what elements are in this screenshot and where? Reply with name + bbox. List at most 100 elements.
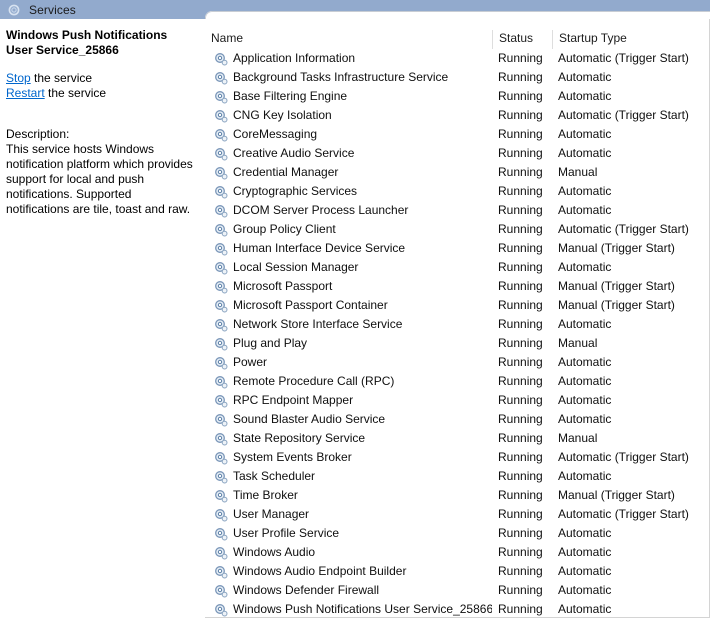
cell-service-name: Network Store Interface Service <box>205 315 492 334</box>
table-row[interactable]: Task Scheduler Running Automatic <box>205 467 710 486</box>
table-row[interactable]: CoreMessaging Running Automatic <box>205 125 710 144</box>
table-row[interactable]: Network Store Interface Service Running Au… <box>205 315 710 334</box>
service-name-text: Sound Blaster Audio Service <box>233 412 386 426</box>
cell-service-name: Creative Audio Service <box>205 144 492 163</box>
column-header-name[interactable]: Name <box>205 30 492 49</box>
cell-startup-type: Automatic <box>558 412 612 426</box>
cell-startup-type: Manual <box>558 165 598 179</box>
table-row[interactable]: Cryptographic Services Running Automatic <box>205 182 710 201</box>
table-row[interactable]: CNG Key Isolation Running Automatic (Trigg… <box>205 106 710 125</box>
table-row[interactable]: User Manager Running Automatic (Trigger St… <box>205 505 710 524</box>
cell-startup-type: Automatic <box>558 469 612 483</box>
table-row[interactable]: Base Filtering Engine Running Automatic <box>205 87 710 106</box>
table-row[interactable]: Windows Audio Running Automatic <box>205 543 710 562</box>
service-gear-icon <box>214 318 228 332</box>
cell-service-name: Credential Manager <box>205 163 492 182</box>
service-gear-icon <box>214 204 228 218</box>
services-window: Services Windows Push Notifications User… <box>0 0 710 618</box>
cell-service-name: Group Policy Client <box>205 220 492 239</box>
service-name-text: Windows Audio <box>233 545 316 559</box>
cell-service-name: Plug and Play <box>205 334 492 353</box>
cell-service-name: User Manager <box>205 505 492 524</box>
table-row[interactable]: Human Interface Device Service Running Man… <box>205 239 710 258</box>
cell-service-name: Human Interface Device Service <box>205 239 492 258</box>
cell-service-name: Local Session Manager <box>205 258 492 277</box>
list-column-header: Name Status Startup Type <box>205 30 710 49</box>
table-row[interactable]: Windows Audio Endpoint Builder Running Aut… <box>205 562 710 581</box>
service-gear-icon <box>214 261 228 275</box>
cell-startup-type: Automatic <box>558 355 612 369</box>
cell-status: Running <box>498 564 543 578</box>
service-name-text: Windows Defender Firewall <box>233 583 380 597</box>
cell-service-name: Task Scheduler <box>205 467 492 486</box>
table-row[interactable]: User Profile Service Running Automatic <box>205 524 710 543</box>
service-name-text: CoreMessaging <box>233 127 318 141</box>
table-row[interactable]: Windows Defender Firewall Running Automati… <box>205 581 710 600</box>
service-gear-icon <box>214 242 228 256</box>
service-name-text: Credential Manager <box>233 165 339 179</box>
column-header-status[interactable]: Status <box>492 30 552 49</box>
cell-status: Running <box>498 412 543 426</box>
services-table-body: Application Information Running Automatic … <box>205 49 710 618</box>
cell-service-name: DCOM Server Process Launcher <box>205 201 492 220</box>
restart-service-link[interactable]: Restart <box>6 86 45 100</box>
cell-status: Running <box>498 89 543 103</box>
column-header-status-label: Status <box>499 31 534 45</box>
cell-service-name: Base Filtering Engine <box>205 87 492 106</box>
service-name-text: User Manager <box>233 507 310 521</box>
service-gear-icon <box>214 546 228 560</box>
table-row[interactable]: Background Tasks Infrastructure Service R… <box>205 68 710 87</box>
cell-startup-type: Automatic <box>558 260 612 274</box>
table-row[interactable]: Application Information Running Automatic … <box>205 49 710 68</box>
cell-status: Running <box>498 51 543 65</box>
services-list-pane: Name Status Startup Type Application Inf… <box>205 11 710 618</box>
cell-status: Running <box>498 127 543 141</box>
stop-service-link[interactable]: Stop <box>6 71 31 85</box>
table-row[interactable]: Plug and Play Running Manual <box>205 334 710 353</box>
service-name-text: Creative Audio Service <box>233 146 355 160</box>
table-row[interactable]: Time Broker Running Manual (Trigger Start) <box>205 486 710 505</box>
cell-startup-type: Automatic <box>558 602 612 616</box>
cell-status: Running <box>498 165 543 179</box>
table-row[interactable]: Creative Audio Service Running Automatic <box>205 144 710 163</box>
table-row[interactable]: System Events Broker Running Automatic (Tr… <box>205 448 710 467</box>
cell-service-name: Cryptographic Services <box>205 182 492 201</box>
service-name-text: Microsoft Passport Container <box>233 298 388 312</box>
table-row[interactable]: Remote Procedure Call (RPC) Running Automa… <box>205 372 710 391</box>
cell-startup-type: Manual (Trigger Start) <box>558 298 675 312</box>
cell-service-name: Windows Audio Endpoint Builder <box>205 562 492 581</box>
table-row[interactable]: Sound Blaster Audio Service Running Automa… <box>205 410 710 429</box>
table-row[interactable]: Microsoft Passport Running Manual (Trigger… <box>205 277 710 296</box>
cell-service-name: RPC Endpoint Mapper <box>205 391 492 410</box>
cell-startup-type: Automatic <box>558 317 612 331</box>
service-name-text: State Repository Service <box>233 431 366 445</box>
cell-status: Running <box>498 203 543 217</box>
cell-status: Running <box>498 317 543 331</box>
service-gear-icon <box>214 394 228 408</box>
column-header-startup-type[interactable]: Startup Type <box>552 30 710 49</box>
selected-service-title: Windows Push Notifications User Service_… <box>6 28 168 57</box>
cell-startup-type: Automatic (Trigger Start) <box>558 51 689 65</box>
table-row[interactable]: Group Policy Client Running Automatic (Tri… <box>205 220 710 239</box>
service-name-text: Group Policy Client <box>233 222 336 236</box>
service-name-text: Human Interface Device Service <box>233 241 406 255</box>
table-row[interactable]: RPC Endpoint Mapper Running Automatic <box>205 391 710 410</box>
table-row[interactable]: Credential Manager Running Manual <box>205 163 710 182</box>
table-row[interactable]: Microsoft Passport Container Running Manua… <box>205 296 710 315</box>
cell-status: Running <box>498 336 543 350</box>
table-row[interactable]: Local Session Manager Running Automatic <box>205 258 710 277</box>
table-row[interactable]: Windows Push Notifications User Service_… <box>205 600 710 618</box>
cell-service-name: Windows Push Notifications User Service_… <box>205 600 492 618</box>
service-gear-icon <box>214 584 228 598</box>
service-gear-icon <box>214 280 228 294</box>
cell-startup-type: Automatic <box>558 564 612 578</box>
services-gear-icon <box>7 3 21 17</box>
table-row[interactable]: DCOM Server Process Launcher Running Autom… <box>205 201 710 220</box>
cell-status: Running <box>498 260 543 274</box>
table-row[interactable]: Power Running Automatic <box>205 353 710 372</box>
restart-service-line: Restart the service <box>6 86 197 101</box>
service-gear-icon <box>214 109 228 123</box>
cell-status: Running <box>498 545 543 559</box>
cell-status: Running <box>498 279 543 293</box>
table-row[interactable]: State Repository Service Running Manual <box>205 429 710 448</box>
